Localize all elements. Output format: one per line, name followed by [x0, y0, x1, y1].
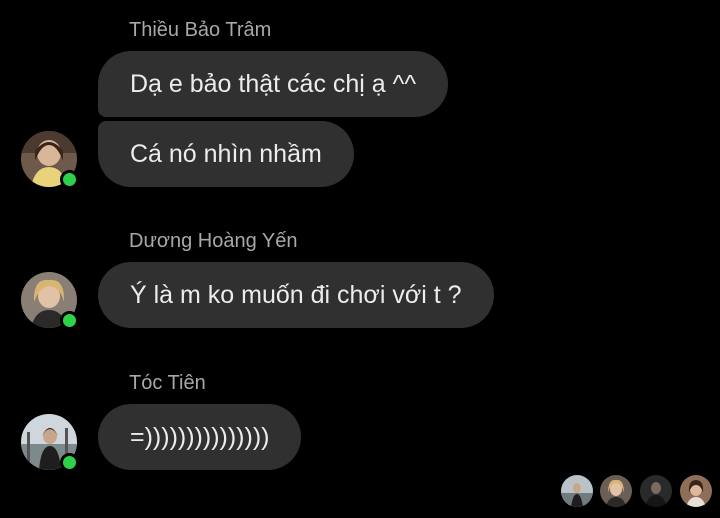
- seen-avatar-icon[interactable]: [561, 475, 593, 507]
- sender-name: Tóc Tiên: [129, 372, 206, 394]
- message-bubble[interactable]: Cá nó nhìn nhầm: [98, 121, 354, 187]
- online-status-icon: [60, 170, 79, 189]
- message-bubble[interactable]: =))))))))))))))): [98, 404, 302, 470]
- seen-avatar-icon[interactable]: [600, 475, 632, 507]
- seen-avatar-icon[interactable]: [640, 475, 672, 507]
- avatar[interactable]: [21, 131, 79, 189]
- message-bubble[interactable]: Dạ e bảo thật các chị ạ ^^: [98, 51, 449, 117]
- avatar[interactable]: [21, 414, 79, 472]
- sender-name: Thiều Bảo Trâm: [129, 19, 272, 41]
- online-status-icon: [60, 311, 79, 330]
- online-status-icon: [60, 453, 79, 472]
- message-bubble[interactable]: Ý là m ko muốn đi chơi với t ?: [98, 262, 494, 328]
- avatar[interactable]: [21, 272, 79, 330]
- sender-name: Dương Hoàng Yến: [129, 230, 298, 252]
- seen-avatar-icon[interactable]: [680, 475, 712, 507]
